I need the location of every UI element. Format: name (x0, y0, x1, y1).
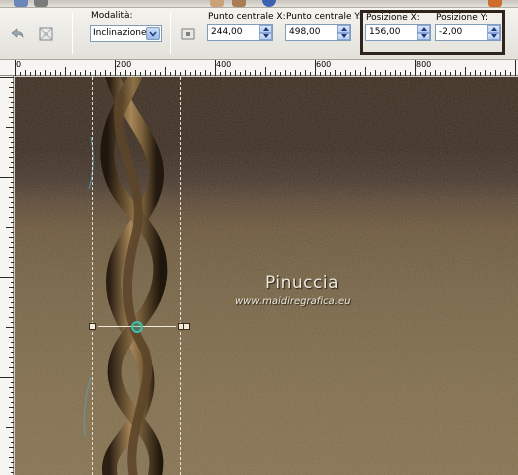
pos-y-label: Posizione Y: (436, 13, 488, 23)
spin-up-button[interactable] (259, 25, 272, 33)
pos-x-input[interactable]: 156,00 (365, 24, 431, 41)
position-highlight-box: Posizione X: 156,00 Posizione Y: -2,00 (360, 10, 505, 55)
top-toolbar-strip (0, 0, 518, 8)
spin-up-button[interactable] (417, 25, 430, 33)
chevron-down-icon[interactable] (146, 27, 160, 40)
center-point-icon (181, 28, 195, 40)
center-y-value: 498,00 (289, 27, 321, 37)
spin-up-button[interactable] (487, 25, 500, 33)
ruler-label-0: 0 (16, 60, 22, 69)
undo-button[interactable] (5, 22, 29, 46)
vertical-ruler-ticks (0, 77, 14, 473)
left-side-handle[interactable] (89, 323, 96, 330)
deform-reset-icon (39, 27, 53, 41)
center-x-label: Punto centrale X: (208, 12, 286, 22)
vertical-ruler[interactable] (0, 76, 14, 475)
pos-x-value: 156,00 (369, 27, 401, 37)
ruler-label-400: 400 (216, 60, 232, 69)
rotation-handle[interactable] (183, 323, 190, 330)
center-x-input[interactable]: 244,00 (207, 24, 273, 41)
separator (170, 12, 171, 54)
toolbar-icon[interactable] (232, 0, 246, 7)
deform-bounding-box[interactable] (92, 77, 181, 475)
center-y-input[interactable]: 498,00 (285, 24, 351, 41)
spin-down-button[interactable] (417, 32, 430, 40)
ruler-label-200: 200 (116, 60, 132, 69)
pos-y-value: -2,00 (439, 27, 463, 37)
reset-deform-button[interactable] (34, 22, 58, 46)
separator (72, 12, 73, 54)
help-icon[interactable] (262, 0, 276, 7)
pos-x-label: Posizione X: (366, 13, 420, 23)
mode-select[interactable]: Inclinazione (90, 25, 162, 42)
center-y-label: Punto centrale Y: (286, 12, 362, 22)
ruler-label-800: 800 (416, 60, 432, 69)
center-x-value: 244,00 (211, 27, 243, 37)
ruler-label-600: 600 (316, 60, 332, 69)
pos-y-input[interactable]: -2,00 (435, 24, 501, 41)
watermark-url: www.maidiregrafica.eu (235, 296, 351, 307)
tool-options-bar: Modalità: Inclinazione Punto centrale X:… (0, 8, 518, 60)
ruler-ticks (15, 60, 516, 76)
spin-down-button[interactable] (487, 32, 500, 40)
mode-label: Modalità: (91, 11, 133, 21)
spin-down-button[interactable] (337, 32, 350, 40)
toolbar-icon[interactable] (488, 0, 502, 7)
image-canvas[interactable]: Pinuccia www.maidiregrafica.eu (15, 77, 518, 475)
toolbar-icon[interactable] (34, 0, 48, 7)
toolbar-icon[interactable] (210, 0, 224, 7)
undo-icon (11, 28, 24, 38)
watermark-title: Pinuccia (265, 273, 339, 293)
spin-up-button[interactable] (337, 25, 350, 33)
mode-value: Inclinazione (93, 28, 147, 38)
pivot-point-handle[interactable] (131, 321, 143, 333)
horizontal-ruler[interactable]: 0 200 400 600 800 (0, 60, 518, 76)
center-mode-button[interactable] (176, 22, 200, 46)
spin-down-button[interactable] (259, 32, 272, 40)
toolbar-icon[interactable] (14, 0, 28, 7)
